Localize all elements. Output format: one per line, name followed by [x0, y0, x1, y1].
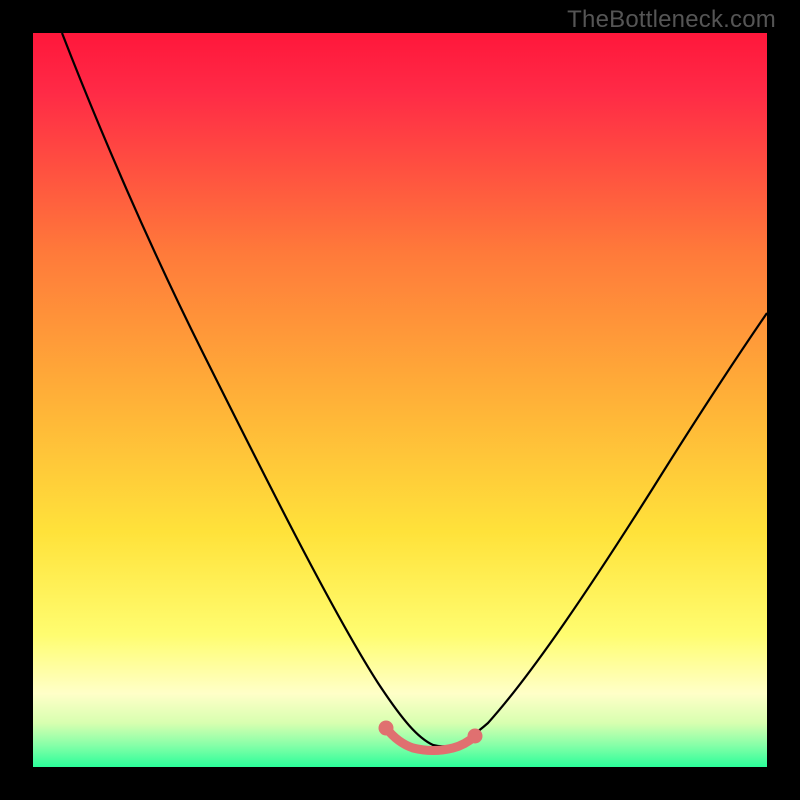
- watermark-text: TheBottleneck.com: [567, 6, 776, 34]
- gradient-background: [33, 33, 767, 767]
- chart-svg: [33, 33, 767, 767]
- marker-dot-left: [379, 721, 394, 736]
- plot-area: [33, 33, 767, 767]
- marker-dot-right: [468, 729, 483, 744]
- chart-frame: TheBottleneck.com: [0, 0, 800, 800]
